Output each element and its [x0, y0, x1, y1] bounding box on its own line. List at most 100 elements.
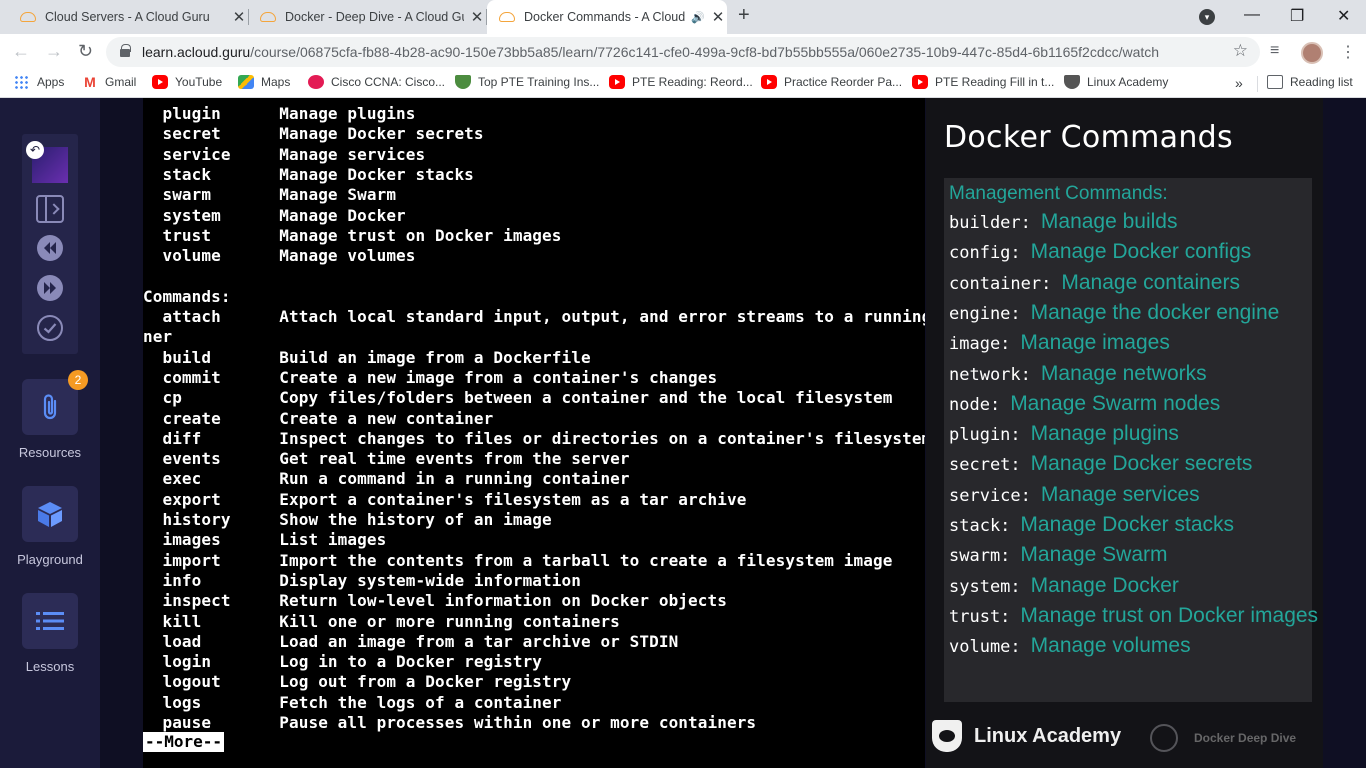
- terminal-line: history Show the history of an image: [143, 510, 552, 529]
- lessons-label[interactable]: Lessons: [0, 659, 100, 674]
- mark-complete-icon[interactable]: [36, 314, 64, 342]
- maximize-button[interactable]: ❐: [1290, 6, 1304, 26]
- slide-command-row: system: Manage Docker: [949, 574, 1179, 600]
- tab-title: Docker Commands - A Cloud: [524, 10, 686, 24]
- terminal-line: import Import the contents from a tarbal…: [143, 550, 893, 570]
- bookmark-practice-reorder[interactable]: Practice Reorder Pa...: [761, 75, 902, 89]
- slide-command-row: volume: Manage volumes: [949, 634, 1191, 660]
- command-description: Manage plugins: [1030, 422, 1179, 446]
- slide-command-row: config: Manage Docker configs: [949, 240, 1251, 266]
- command-description: Manage Swarm: [1020, 543, 1168, 567]
- speaker-icon[interactable]: 🔊: [691, 11, 705, 24]
- terminal-line: attach Attach local standard input, outp…: [143, 307, 925, 326]
- lock-icon[interactable]: [120, 44, 131, 57]
- tab-close-icon[interactable]: ✕: [709, 8, 727, 26]
- command-description: Manage Swarm nodes: [1010, 391, 1221, 415]
- terminal-line: create Create a new container: [143, 408, 494, 428]
- command-description: Manage builds: [1040, 210, 1178, 233]
- command-name: secret:: [949, 455, 1021, 476]
- slide-command-row: container: Manage containers: [949, 271, 1240, 297]
- new-tab-button[interactable]: +: [738, 4, 750, 27]
- bookmark-cisco-ccna[interactable]: Cisco CCNA: Cisco...: [308, 75, 445, 89]
- terminal-line: inspect Return low-level information on …: [143, 591, 727, 611]
- bookmark-gmail[interactable]: M Gmail: [82, 75, 136, 89]
- gmail-icon: M: [84, 74, 96, 90]
- list-icon: [36, 612, 64, 630]
- slide-command-row: stack: Manage Docker stacks: [949, 513, 1234, 539]
- acloudguru-favicon-icon: [499, 12, 515, 22]
- slide-title: Docker Commands: [944, 120, 1233, 155]
- menu-icon[interactable]: ⋮: [1340, 42, 1356, 62]
- command-name: network:: [949, 364, 1031, 385]
- terminal-line: plugin Manage plugins: [143, 104, 416, 123]
- bookmark-maps[interactable]: Maps: [238, 75, 290, 89]
- minimize-button[interactable]: —: [1244, 6, 1260, 24]
- terminal-line: kill Kill one or more running containers: [143, 611, 620, 631]
- playground-button[interactable]: [22, 486, 78, 542]
- resources-button[interactable]: [22, 379, 78, 435]
- close-window-button[interactable]: ✕: [1337, 6, 1350, 26]
- address-bar[interactable]: learn.acloud.guru/course/06875cfa-fb88-4…: [106, 37, 1260, 67]
- tab-cloud-servers[interactable]: Cloud Servers - A Cloud Guru ✕: [8, 0, 249, 34]
- profile-avatar[interactable]: [1301, 42, 1323, 64]
- fast-forward-icon[interactable]: [36, 274, 64, 302]
- youtube-icon: [609, 75, 625, 89]
- bookmark-pte-reading-reorder[interactable]: PTE Reading: Reord...: [609, 75, 753, 89]
- forward-button[interactable]: →: [45, 41, 63, 62]
- terminal-line: events Get real time events from the ser…: [143, 449, 630, 469]
- bookmark-top-pte[interactable]: Top PTE Training Ins...: [455, 75, 599, 89]
- terminal-line: logout Log out from a Docker registry: [143, 672, 572, 692]
- slide-command-row: swarm: Manage Swarm: [949, 543, 1167, 569]
- tab-docker-deep-dive[interactable]: Docker - Deep Dive - A Cloud Gu ✕: [250, 0, 487, 34]
- reload-button[interactable]: ↻: [78, 41, 93, 62]
- playground-label[interactable]: Playground: [0, 552, 100, 567]
- resources-label[interactable]: Resources: [0, 445, 100, 460]
- terminal-line: swarm Manage Swarm: [143, 185, 397, 205]
- command-description: Manage Docker: [1030, 573, 1179, 597]
- bookmark-youtube[interactable]: YouTube: [152, 75, 222, 89]
- slide-command-row: plugin: Manage plugins: [949, 422, 1179, 448]
- bookmark-linux-academy[interactable]: Linux Academy: [1064, 75, 1168, 89]
- command-description: Manage volumes: [1030, 634, 1191, 658]
- tab-docker-commands[interactable]: Docker Commands - A Cloud 🔊 ✕: [487, 0, 727, 34]
- slide-command-row: trust: Manage trust on Docker images: [949, 604, 1318, 630]
- more-prompt: --More--: [143, 732, 225, 752]
- tab-close-icon[interactable]: ✕: [230, 8, 248, 26]
- terminal-line: trust Manage trust on Docker images: [143, 225, 562, 245]
- command-description: Manage trust on Docker images: [1020, 603, 1319, 627]
- reading-list-icon: [1267, 75, 1283, 89]
- back-button[interactable]: ←: [12, 41, 30, 62]
- command-description: Manage Docker stacks: [1020, 513, 1235, 536]
- terminal-line: diff Inspect changes to files or directo…: [143, 428, 925, 448]
- terminal-line: volume Manage volumes: [143, 246, 416, 266]
- command-description: Manage containers: [1061, 270, 1240, 294]
- slide-command-row: service: Manage services: [949, 483, 1200, 509]
- command-name: swarm:: [949, 546, 1011, 567]
- command-name: engine:: [949, 303, 1021, 324]
- terminal-line: build Build an image from a Dockerfile: [143, 347, 591, 367]
- bookmark-star-icon[interactable]: ☆: [1233, 41, 1248, 61]
- course-sidebar: ↶ 2 Resources Playground Lessons: [0, 98, 100, 768]
- bookmarks-overflow-button[interactable]: »: [1235, 75, 1243, 91]
- resources-count-badge: 2: [68, 370, 88, 390]
- tab-search-icon[interactable]: ▾: [1199, 9, 1215, 25]
- rewind-icon[interactable]: [36, 234, 64, 262]
- back-arrow-icon[interactable]: ↶: [26, 141, 44, 159]
- terminal-line: commit Create a new image from a contain…: [143, 367, 718, 387]
- media-control-icon[interactable]: ≡: [1270, 42, 1279, 60]
- tab-close-icon[interactable]: ✕: [468, 8, 486, 26]
- bookmark-apps[interactable]: Apps: [14, 75, 64, 89]
- tab-title: Docker - Deep Dive - A Cloud Gu: [285, 10, 464, 24]
- url-text[interactable]: learn.acloud.guru/course/06875cfa-fb88-4…: [142, 44, 1159, 60]
- lessons-button[interactable]: [22, 593, 78, 649]
- linux-academy-logo: Linux Academy: [932, 720, 1121, 752]
- terminal-line: exec Run a command in a running containe…: [143, 469, 630, 489]
- terminal-line: login Log in to a Docker registry: [143, 652, 543, 672]
- toggle-panel-icon[interactable]: [36, 195, 64, 223]
- command-name: image:: [949, 334, 1011, 355]
- bookmark-pte-reading-fill[interactable]: PTE Reading Fill in t...: [912, 75, 1054, 89]
- terminal-line: service Manage services: [143, 144, 426, 164]
- youtube-icon: [912, 75, 928, 89]
- reading-list-button[interactable]: Reading list: [1267, 75, 1353, 89]
- terminal-line: stack Manage Docker stacks: [143, 164, 474, 184]
